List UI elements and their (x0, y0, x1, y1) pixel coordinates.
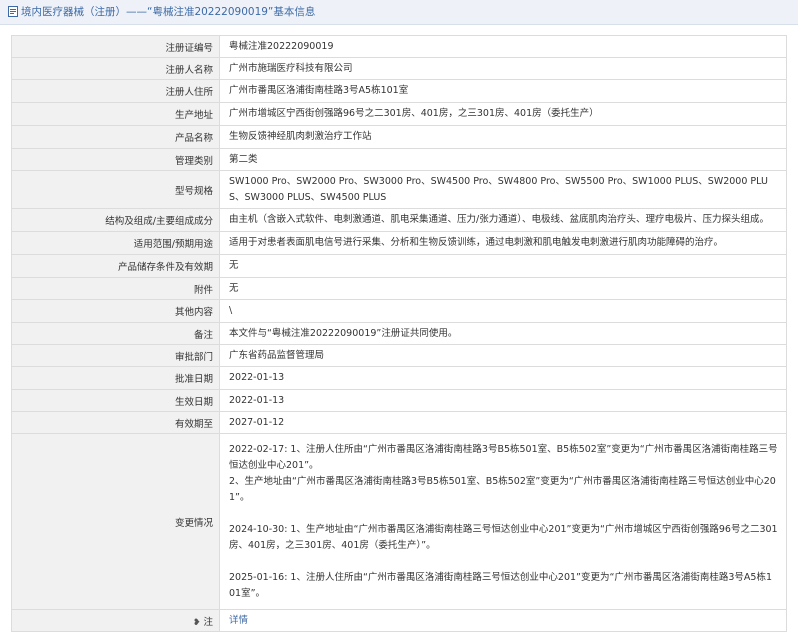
field-label: 注册人名称 (11, 57, 220, 80)
field-label: 生产地址 (11, 102, 220, 126)
field-value: SW1000 Pro、SW2000 Pro、SW3000 Pro、SW4500 … (219, 170, 787, 209)
changes-label: 变更情况 (11, 433, 220, 610)
field-value: 2022-01-13 (219, 389, 787, 412)
note-value: 详情 (219, 609, 787, 632)
field-value: 2027-01-12 (219, 411, 787, 434)
field-value: 2022-01-13 (219, 366, 787, 390)
table-row: 适用范围/预期用途 适用于对患者表面肌电信号进行采集、分析和生物反馈训练，通过电刺… (11, 231, 787, 255)
note-label: 注 (203, 616, 213, 628)
table-row: 注册证编号 粤械注准20222090019 (11, 35, 787, 58)
field-label: 结构及组成/主要组成成分 (11, 208, 220, 232)
field-value: 第二类 (219, 148, 787, 171)
change-spacer (229, 506, 778, 522)
change-entry: 2025-01-16: 1、注册人住所由“广州市番禺区洛浦街南桂路三号恒达创业中… (229, 571, 773, 599)
field-value: 广州市施瑞医疗科技有限公司 (219, 57, 787, 80)
info-table-body: 注册证编号 粤械注准20222090019 注册人名称 广州市施瑞医疗科技有限公司 注册… (11, 35, 787, 632)
table-row: 注册人住所 广州市番禺区洛浦街南桂路3号A5栋101室 (11, 79, 787, 103)
field-value: 广州市增城区宁西街创强路96号之二301房、401房，之三301房、401房（委… (219, 102, 787, 126)
table-row: 其他内容 \ (11, 299, 787, 323)
note-icon: ❥ (192, 617, 201, 628)
table-row: 型号规格 SW1000 Pro、SW2000 Pro、SW3000 Pro、SW4… (11, 170, 787, 209)
table-row-changes: 变更情况 2022-02-17: 1、注册人住所由“广州市番禺区洛浦街南桂路3号B… (11, 433, 787, 610)
field-label: 批准日期 (11, 366, 220, 390)
detail-link[interactable]: 详情 (229, 615, 248, 626)
table-row: 批准日期 2022-01-13 (11, 366, 787, 390)
table-row-note: ❥ 注详情 (11, 609, 787, 632)
field-value: 无 (219, 277, 787, 300)
field-label: 管理类别 (11, 148, 220, 171)
field-label: 审批部门 (11, 344, 220, 367)
field-label: 备注 (11, 322, 220, 345)
field-value: 广州市番禺区洛浦街南桂路3号A5栋101室 (219, 79, 787, 103)
table-row: 管理类别 第二类 (11, 148, 787, 171)
table-row: 备注 本文件与“粤械注准20222090019”注册证共同使用。 (11, 322, 787, 345)
changes-value: 2022-02-17: 1、注册人住所由“广州市番禺区洛浦街南桂路3号B5栋50… (219, 433, 787, 610)
table-row: 生效日期 2022-01-13 (11, 389, 787, 412)
title-bar: 境内医疗器械（注册）——“粤械注准20222090019”基本信息 (0, 0, 798, 25)
table-row: 产品名称 生物反馈神经肌肉刺激治疗工作站 (11, 125, 787, 149)
field-label: 附件 (11, 277, 220, 300)
field-value: 适用于对患者表面肌电信号进行采集、分析和生物反馈训练，通过电刺激和肌电触发电刺激… (219, 231, 787, 255)
field-label: 有效期至 (11, 411, 220, 434)
table-row: 生产地址 广州市增城区宁西街创强路96号之二301房、401房，之三301房、40… (11, 102, 787, 126)
table-row: 附件无 (11, 277, 787, 300)
field-label: 产品储存条件及有效期 (11, 254, 220, 278)
field-value: 本文件与“粤械注准20222090019”注册证共同使用。 (219, 322, 787, 345)
field-label: 型号规格 (11, 170, 220, 209)
table-row: 注册人名称 广州市施瑞医疗科技有限公司 (11, 57, 787, 80)
table-row: 有效期至 2027-01-12 (11, 411, 787, 434)
field-value: \ (219, 299, 787, 323)
field-label: 注册人住所 (11, 79, 220, 103)
table-row: 产品储存条件及有效期无 (11, 254, 787, 278)
field-label: 其他内容 (11, 299, 220, 323)
field-label: 注册证编号 (11, 35, 220, 58)
table-row: 审批部门 广东省药品监督管理局 (11, 344, 787, 367)
field-value: 生物反馈神经肌肉刺激治疗工作站 (219, 125, 787, 149)
field-value: 广东省药品监督管理局 (219, 344, 787, 367)
change-entry: 2024-10-30: 1、生产地址由“广州市番禺区洛浦街南桂路三号恒达创业中心… (229, 523, 778, 551)
document-icon (8, 6, 18, 17)
table-row: 结构及组成/主要组成成分 由主机（含嵌入式软件、电刺激通道、肌电采集通道、压力/张… (11, 208, 787, 232)
change-entry: 2022-02-17: 1、注册人住所由“广州市番禺区洛浦街南桂路3号B5栋50… (229, 443, 778, 503)
field-label: 生效日期 (11, 389, 220, 412)
note-label-cell: ❥ 注 (11, 609, 220, 632)
change-spacer (229, 554, 778, 570)
field-label: 产品名称 (11, 125, 220, 149)
page-title: 境内医疗器械（注册）——“粤械注准20222090019”基本信息 (21, 6, 316, 18)
info-table: 注册证编号 粤械注准20222090019 注册人名称 广州市施瑞医疗科技有限公司 注册… (11, 35, 787, 632)
field-value: 由主机（含嵌入式软件、电刺激通道、肌电采集通道、压力/张力通道）、电极线、盆底肌… (219, 208, 787, 232)
field-value: 粤械注准20222090019 (219, 35, 787, 58)
field-label: 适用范围/预期用途 (11, 231, 220, 255)
field-value: 无 (219, 254, 787, 278)
